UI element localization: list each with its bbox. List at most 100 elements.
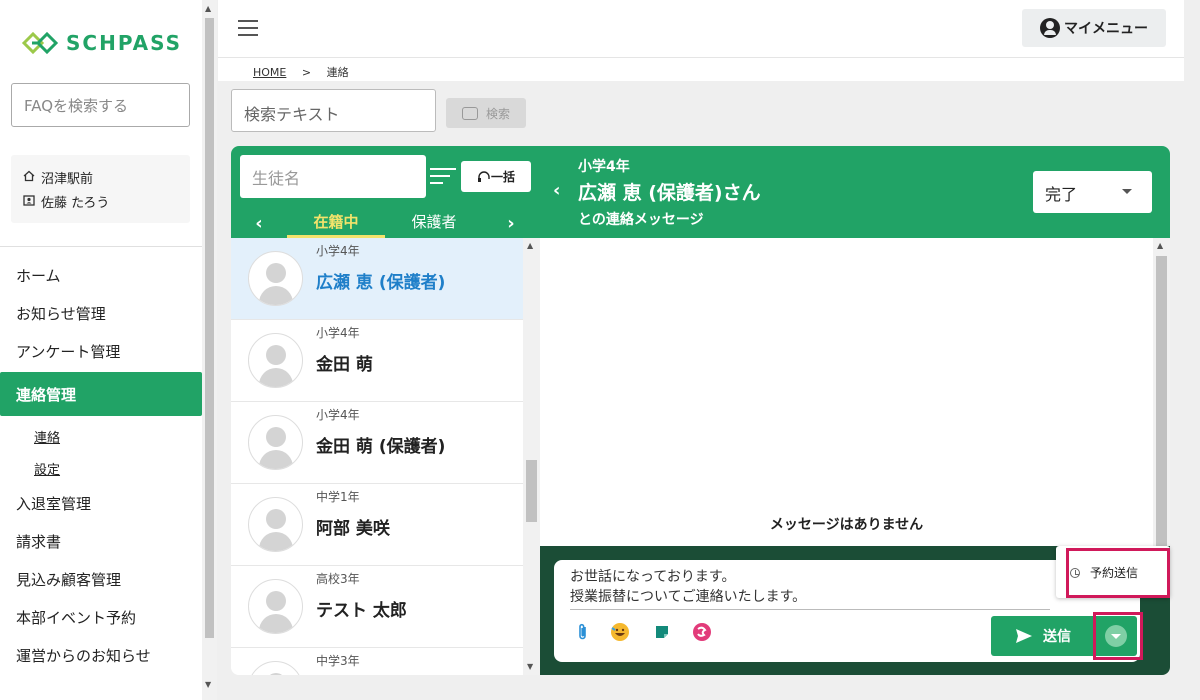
tab-prev-icon[interactable]: ‹ xyxy=(231,213,287,234)
logo-icon xyxy=(20,28,60,58)
tab-guardians[interactable]: 保護者 xyxy=(385,208,483,238)
status-select[interactable]: 完了 xyxy=(1033,171,1152,213)
sidebar-scrollbar[interactable]: ▲ ▼ xyxy=(202,0,217,700)
status-value: 完了 xyxy=(1045,185,1078,204)
user-name: 佐藤 たろう xyxy=(41,195,110,211)
student-tabs: ‹ 在籍中 保護者 › xyxy=(231,208,540,238)
sidebar-item-contact-management[interactable]: 連絡管理 xyxy=(0,372,202,416)
student-row[interactable]: 高校3年 テスト 太郎 xyxy=(231,566,523,648)
student-grade: 小学4年 xyxy=(316,408,360,422)
message-area: メッセージはありません xyxy=(540,238,1153,546)
account-icon xyxy=(1040,18,1060,38)
headset-icon xyxy=(477,170,490,182)
sidebar-subitem-contact[interactable]: 連絡 xyxy=(0,420,202,452)
message-textarea[interactable]: お世話になっております。 授業振替についてご連絡いたします。 xyxy=(570,567,1050,610)
send-label: 送信 xyxy=(1043,629,1071,645)
tab-next-icon[interactable]: › xyxy=(483,213,539,234)
student-row[interactable]: 小学4年 金田 萌 (保護者) xyxy=(231,402,523,484)
search-input[interactable]: 検索テキスト xyxy=(231,89,436,132)
breadcrumb-separator: > xyxy=(301,66,312,79)
student-list-panel: 生徒名 一括 ‹ 在籍中 保護者 › 小学4年 広瀬 恵 (保護者) 小学4年 … xyxy=(231,146,540,675)
sidebar-subitem-settings[interactable]: 設定 xyxy=(0,452,202,484)
sidebar-item-invoices[interactable]: 請求書 xyxy=(0,522,202,560)
my-menu-label: マイメニュー xyxy=(1064,21,1148,37)
avatar xyxy=(248,497,303,552)
scroll-up-arrow-icon[interactable]: ▲ xyxy=(205,4,211,13)
user-badge-icon xyxy=(23,194,41,209)
chat-header: ‹ 小学4年 広瀬 恵 (保護者)さん との連絡メッセージ 完了 xyxy=(540,146,1170,238)
sidebar-divider xyxy=(0,246,202,247)
student-name-input[interactable]: 生徒名 xyxy=(240,155,426,198)
logo[interactable]: SCHPASS xyxy=(20,28,182,58)
sidebar-item-surveys[interactable]: アンケート管理 xyxy=(0,332,202,370)
bulk-send-button[interactable]: 一括 xyxy=(461,161,531,192)
student-row[interactable]: 中学1年 阿部 美咲 xyxy=(231,484,523,566)
paperclip-icon[interactable] xyxy=(573,622,593,642)
student-row[interactable]: 小学4年 広瀬 恵 (保護者) xyxy=(231,238,523,320)
menu-icon[interactable] xyxy=(238,20,258,36)
student-row[interactable]: 小学4年 金田 萌 xyxy=(231,320,523,402)
student-name: テスト 太郎 xyxy=(316,601,407,621)
student-name: 広瀬 恵 (保護者) xyxy=(316,273,446,293)
student-list-header: 生徒名 一括 ‹ 在籍中 保護者 › xyxy=(231,146,540,238)
scroll-down-arrow-icon[interactable]: ▼ xyxy=(205,680,211,689)
dropdown-caret-icon xyxy=(1122,189,1132,194)
scroll-up-arrow-icon[interactable]: ▲ xyxy=(527,241,533,250)
search-button-label: 検索 xyxy=(485,106,510,121)
my-menu-button[interactable]: マイメニュー xyxy=(1022,9,1166,47)
sidebar-scroll-thumb[interactable] xyxy=(205,18,214,638)
template-icon[interactable] xyxy=(652,622,672,642)
send-button[interactable]: 送信 xyxy=(991,616,1095,656)
scroll-down-arrow-icon[interactable]: ▼ xyxy=(527,662,533,671)
sidebar-item-hq-events[interactable]: 本部イベント予約 xyxy=(0,598,202,636)
sort-icon[interactable] xyxy=(430,168,456,186)
student-name: 金田 萌 (保護者) xyxy=(316,437,446,457)
breadcrumb-home-link[interactable]: HOME xyxy=(253,66,286,79)
send-options-highlight xyxy=(1093,612,1143,660)
sidebar-item-home[interactable]: ホーム xyxy=(0,256,202,294)
avatar xyxy=(248,661,303,675)
sidebar-nav: ホーム お知らせ管理 アンケート管理 連絡管理 連絡 設定 入退室管理 請求書 … xyxy=(0,256,202,674)
sidebar-item-operator-news[interactable]: 運営からのお知らせ xyxy=(0,636,202,674)
stamp-icon[interactable] xyxy=(692,622,712,642)
empty-message: メッセージはありません xyxy=(769,517,924,533)
sidebar-item-notices[interactable]: お知らせ管理 xyxy=(0,294,202,332)
chat-recipient-name: 広瀬 恵 (保護者)さん xyxy=(578,182,761,204)
avatar xyxy=(248,415,303,470)
faq-search-input[interactable]: FAQを検索する xyxy=(11,83,190,127)
avatar xyxy=(248,333,303,388)
sidebar-item-prospects[interactable]: 見込み顧客管理 xyxy=(0,560,202,598)
avatar xyxy=(248,251,303,306)
tab-enrolled[interactable]: 在籍中 xyxy=(287,208,385,238)
student-grade: 高校3年 xyxy=(316,572,360,586)
sidebar-item-attendance[interactable]: 入退室管理 xyxy=(0,484,202,522)
schedule-send-highlight xyxy=(1066,548,1170,598)
student-list-scrollbar[interactable]: ▲ ▼ xyxy=(523,238,540,675)
student-row[interactable]: 中学3年 xyxy=(231,648,523,675)
student-grade: 小学4年 xyxy=(316,244,360,258)
message-scroll-thumb[interactable] xyxy=(1156,256,1167,546)
bulk-send-label: 一括 xyxy=(490,170,515,184)
message-scrollbar[interactable]: ▲ xyxy=(1153,238,1170,546)
chat-subtitle: との連絡メッセージ xyxy=(578,212,704,228)
topbar: マイメニュー xyxy=(218,0,1184,58)
student-name: 金田 萌 xyxy=(316,355,373,375)
composer: お世話になっております。 授業振替についてご連絡いたします。 送信 xyxy=(554,560,1140,662)
search-button[interactable]: 検索 xyxy=(446,98,526,128)
draft-line: お世話になっております。 xyxy=(570,569,736,585)
breadcrumb-current: 連絡 xyxy=(326,66,349,79)
student-grade: 中学3年 xyxy=(316,654,360,668)
chat-recipient-grade: 小学4年 xyxy=(578,159,630,175)
breadcrumb: HOME > 連絡 xyxy=(218,58,1184,81)
student-list-scroll-thumb[interactable] xyxy=(526,460,537,522)
student-name: 阿部 美咲 xyxy=(316,519,390,539)
search-chat-icon xyxy=(461,106,478,120)
student-grade: 中学1年 xyxy=(316,490,360,504)
emoji-icon[interactable] xyxy=(610,622,630,642)
student-list: 小学4年 広瀬 恵 (保護者) 小学4年 金田 萌 小学4年 金田 萌 (保護者… xyxy=(231,238,523,675)
profile-card: 沼津駅前 佐藤 たろう xyxy=(11,155,190,223)
scroll-up-arrow-icon[interactable]: ▲ xyxy=(1157,241,1163,250)
back-chevron-icon[interactable]: ‹ xyxy=(553,180,560,201)
student-grade: 小学4年 xyxy=(316,326,360,340)
school-name: 沼津駅前 xyxy=(41,171,94,187)
